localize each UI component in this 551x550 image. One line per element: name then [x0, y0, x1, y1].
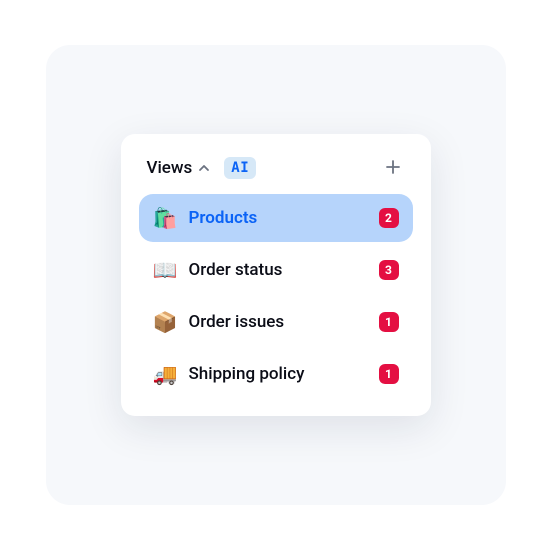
- view-item-order-issues[interactable]: 📦 Order issues 1: [139, 298, 413, 346]
- view-item-products[interactable]: 🛍️ Products 2: [139, 194, 413, 242]
- outer-card: Views AI 🛍️ Products: [46, 45, 506, 505]
- views-toggle[interactable]: Views AI: [147, 157, 257, 179]
- views-list: 🛍️ Products 2 📖 Order status 3 📦 Order i…: [139, 194, 413, 398]
- views-panel: Views AI 🛍️ Products: [121, 134, 431, 416]
- view-item-label: Products: [189, 208, 367, 228]
- views-title: Views: [147, 158, 193, 178]
- truck-icon: 🚚: [153, 362, 177, 386]
- view-item-shipping-policy[interactable]: 🚚 Shipping policy 1: [139, 350, 413, 398]
- view-item-label: Order issues: [189, 312, 367, 332]
- ai-badge: AI: [224, 157, 256, 179]
- package-icon: 📦: [153, 310, 177, 334]
- view-item-label: Shipping policy: [189, 364, 367, 384]
- count-badge: 1: [379, 312, 399, 332]
- book-icon: 📖: [153, 258, 177, 282]
- count-badge: 3: [379, 260, 399, 280]
- chevron-up-icon: [198, 162, 210, 174]
- shopping-bags-icon: 🛍️: [153, 206, 177, 230]
- add-view-button[interactable]: [381, 156, 405, 180]
- count-badge: 2: [379, 208, 399, 228]
- count-badge: 1: [379, 364, 399, 384]
- view-item-label: Order status: [189, 260, 367, 280]
- view-item-order-status[interactable]: 📖 Order status 3: [139, 246, 413, 294]
- plus-icon: [385, 157, 401, 179]
- panel-header: Views AI: [139, 156, 413, 194]
